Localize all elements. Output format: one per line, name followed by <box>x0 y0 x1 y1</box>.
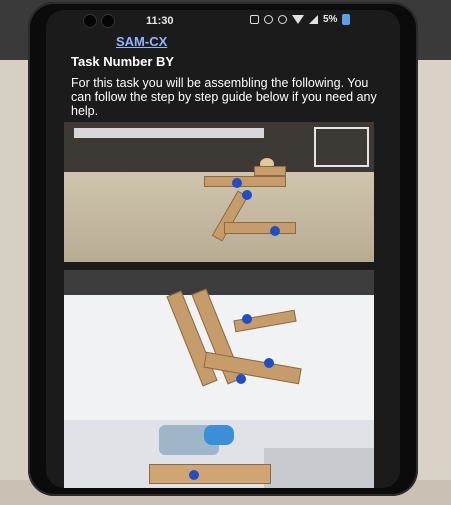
alarm-icon <box>278 15 287 24</box>
image1-knob-top <box>232 178 242 188</box>
app-title-link[interactable]: SAM-CX <box>116 34 167 49</box>
image3-knob <box>189 470 199 480</box>
assembly-image-1 <box>64 122 374 262</box>
notification-icon <box>250 15 259 24</box>
phone-body: 11:30 5% SAM-CX Task Number BY For this … <box>28 2 418 496</box>
task-intro: For this task you will be assembling the… <box>71 76 377 118</box>
status-icons: 5% <box>250 14 351 25</box>
front-camera-right <box>102 15 114 27</box>
signal-icon <box>309 15 318 24</box>
image3-robot-joint <box>204 425 234 445</box>
app-header: SAM-CX <box>46 32 400 52</box>
battery-icon <box>342 14 351 25</box>
image1-knob-mid <box>242 190 252 200</box>
image1-base-beam <box>224 222 296 234</box>
battery-percent: 5% <box>323 14 338 25</box>
image2-knob-side <box>242 314 252 324</box>
assembly-image-2 <box>64 270 374 420</box>
front-camera-left <box>84 15 96 27</box>
task-title: Task Number BY <box>71 54 175 69</box>
image1-knob-base <box>270 226 280 236</box>
image2-knob-mid <box>264 358 274 368</box>
image1-top-beam <box>204 176 286 187</box>
assembly-image-3 <box>64 420 374 488</box>
status-bar: 11:30 5% <box>46 10 400 34</box>
wifi-icon <box>292 15 304 24</box>
phone-screen: 11:30 5% SAM-CX Task Number BY For this … <box>46 10 400 488</box>
image2-knob-base <box>236 374 246 384</box>
image1-shelf <box>74 128 264 138</box>
image3-table <box>264 448 374 488</box>
image1-stand <box>254 166 286 176</box>
status-time: 11:30 <box>146 15 174 27</box>
image1-rack <box>314 127 369 167</box>
image3-wooden-beam <box>149 464 271 484</box>
background-left <box>0 60 30 505</box>
sync-icon <box>264 15 273 24</box>
